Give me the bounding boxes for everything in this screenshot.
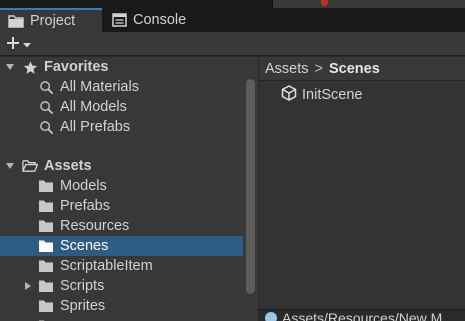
tree-item-label: All Prefabs — [60, 119, 131, 135]
folder-open-icon — [22, 158, 38, 174]
breadcrumb: Assets > Scenes — [259, 57, 465, 81]
tab-project[interactable]: Project — [0, 8, 102, 32]
window-top-strip — [0, 0, 465, 8]
selected-asset-path: Assets/Resources/New M — [282, 310, 443, 321]
asset-item-label: InitScene — [302, 87, 363, 103]
tree-item-favorites[interactable]: Favorites — [0, 57, 243, 77]
tree-item-scriptableitem[interactable]: ScriptableItem — [0, 256, 243, 276]
tab-bar: Project Console — [0, 8, 465, 32]
asset-file-icon — [264, 310, 278, 321]
tree-item-models[interactable]: Models — [0, 176, 243, 196]
tab-label: Project — [30, 13, 76, 29]
folder-icon — [8, 14, 24, 28]
folder-icon — [38, 278, 54, 294]
folder-icon — [38, 178, 54, 194]
expand-arrow-icon[interactable] — [5, 161, 15, 171]
tree-item-prefabs[interactable]: Prefabs — [0, 196, 243, 216]
tree-item-partial[interactable] — [0, 316, 243, 321]
tree-item-label: Scripts — [60, 278, 105, 294]
unity-scene-icon — [281, 85, 297, 105]
tree-item-resources[interactable]: Resources — [0, 216, 243, 236]
tree-item-all-prefabs[interactable]: All Prefabs — [0, 117, 243, 137]
tree-item-assets[interactable]: Assets — [0, 156, 243, 176]
folder-icon — [38, 198, 54, 214]
tree-item-label: Resources — [60, 218, 130, 234]
project-toolbar — [0, 32, 465, 56]
tree-item-label: Prefabs — [60, 198, 110, 214]
tree-item-label: Scenes — [60, 238, 109, 254]
breadcrumb-separator: > — [314, 60, 323, 77]
expand-arrow-icon[interactable] — [23, 281, 33, 291]
plus-icon — [6, 36, 20, 53]
chevron-down-icon — [22, 36, 32, 52]
search-icon — [38, 99, 54, 115]
expand-arrow-icon[interactable] — [5, 62, 15, 72]
project-tree-panel: Favorites All Materials All Models All P… — [0, 57, 258, 321]
tree-item-scripts[interactable]: Scripts — [0, 276, 243, 296]
tree-item-all-models[interactable]: All Models — [0, 97, 243, 117]
tree-item-sprites[interactable]: Sprites — [0, 296, 243, 316]
tree-item-label: Models — [60, 178, 107, 194]
folder-icon — [38, 298, 54, 314]
search-icon — [38, 119, 54, 135]
console-icon — [112, 13, 127, 27]
tree-item-label: Assets — [44, 158, 92, 174]
status-bar: Assets/Resources/New M — [259, 309, 465, 321]
tab-console[interactable]: Console — [104, 8, 224, 32]
tree-item-all-materials[interactable]: All Materials — [0, 77, 243, 97]
star-icon — [22, 59, 38, 75]
folder-icon — [38, 258, 54, 274]
tab-label: Console — [133, 12, 187, 28]
tree-item-label: All Models — [60, 99, 127, 115]
folder-icon — [38, 238, 54, 254]
tree-item-label: Sprites — [60, 298, 106, 314]
asset-browser-panel: Assets > Scenes InitScene Assets/Resourc… — [259, 57, 465, 321]
tree-item-scenes[interactable]: Scenes — [0, 236, 243, 256]
create-dropdown-button[interactable] — [6, 35, 32, 53]
tree-item-label: Favorites — [44, 59, 109, 75]
breadcrumb-assets[interactable]: Assets — [265, 61, 309, 77]
scene-view-edge — [272, 0, 465, 8]
tree-scrollbar-thumb[interactable] — [246, 79, 255, 294]
search-icon — [38, 79, 54, 95]
tree-item-label: All Materials — [60, 79, 139, 95]
asset-item-initscene[interactable]: InitScene — [281, 85, 362, 105]
breadcrumb-scenes[interactable]: Scenes — [329, 61, 380, 77]
tree-item-label: ScriptableItem — [60, 258, 153, 274]
folder-icon — [38, 218, 54, 234]
